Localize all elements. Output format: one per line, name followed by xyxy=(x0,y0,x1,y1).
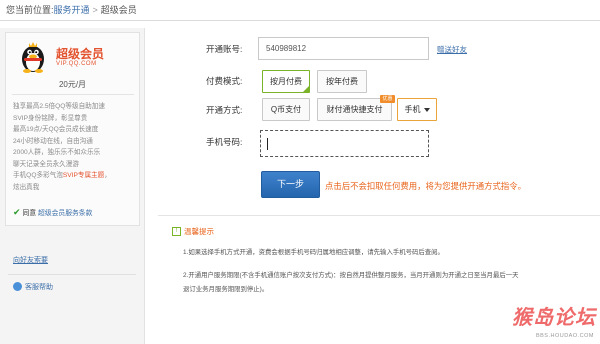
info-icon: ! xyxy=(172,226,181,236)
next-step-button[interactable]: 下一步 xyxy=(261,171,320,198)
text-cursor xyxy=(267,138,268,150)
phone-label: 手机号码: xyxy=(206,137,243,147)
feature-item: 独享最高2.5倍QQ等级自助加速 xyxy=(13,103,105,110)
customer-help-link[interactable]: 客服帮助 xyxy=(13,281,53,294)
feature-theme-suffix: ， xyxy=(104,172,111,179)
payment-mode-label: 付费模式: xyxy=(206,76,243,86)
option-mobile-label: 手机 xyxy=(404,105,421,114)
option-tenpay-label: 财付通快捷支付 xyxy=(326,105,383,114)
checkbox-checked-icon[interactable]: ✔ xyxy=(13,207,21,217)
breadcrumb-current: 超级会员 xyxy=(100,5,137,15)
breadcrumb-separator: > xyxy=(92,5,98,15)
feature-item: SVIP身份铭牌，彰显尊贵 xyxy=(13,114,88,122)
feature-item: 炫出真我 xyxy=(13,183,40,191)
account-field[interactable]: 540989812 xyxy=(258,37,429,60)
agree-prefix: 同意 xyxy=(22,210,37,217)
phone-number-input[interactable] xyxy=(260,130,429,157)
vip-price: 20元/月 xyxy=(58,80,87,89)
terms-link[interactable]: 超级会员服务条款 xyxy=(38,210,92,217)
vip-promo-panel: 超级会员 VIP.QQ.COM 20元/月 独享最高2.5倍QQ等级自助加速 S… xyxy=(5,32,140,226)
gift-friend-link[interactable]: 赠送好友 xyxy=(437,44,467,55)
selected-corner-icon xyxy=(303,86,309,92)
breadcrumb: 您当前位置:服务开通 > 超级会员 xyxy=(6,3,137,17)
content-divider xyxy=(158,215,600,216)
tip-line-3: 退订业务月服务期限到停止)。 xyxy=(183,286,269,293)
chevron-down-icon xyxy=(423,107,430,112)
feature-item: 2000人群，独乐乐不如众乐乐 xyxy=(13,149,101,156)
feature-item: 手机QQ多彩气泡SVIP专属主题， xyxy=(13,170,111,182)
vip-url: VIP.QQ.COM xyxy=(56,61,97,67)
feature-item: 聊天记录全员永久漫游 xyxy=(13,160,79,168)
vip-title: 超级会员 xyxy=(56,47,105,61)
tips-heading: ! 温馨提示 xyxy=(172,226,214,237)
watermark-url: BBS.HOUDAO.COM xyxy=(535,333,594,339)
sidebar: 超级会员 VIP.QQ.COM 20元/月 独享最高2.5倍QQ等级自助加速 S… xyxy=(0,28,145,344)
forum-watermark: 猴岛论坛 BBS.HOUDAO.COM xyxy=(500,301,596,341)
breadcrumb-link-service[interactable]: 服务开通 xyxy=(54,5,90,15)
next-hint-text: 点击后不会扣取任何费用，将为您提供开通方式指令。 xyxy=(325,181,526,191)
request-from-friend-link[interactable]: 向好友索要 xyxy=(13,255,48,265)
option-qcoin[interactable]: Q币支付 xyxy=(262,98,310,121)
agree-terms: ✔ 同意 超级会员服务条款 xyxy=(13,207,92,218)
feature-theme-highlight: SVIP专属主题 xyxy=(62,172,105,179)
option-mobile[interactable]: 手机 xyxy=(397,98,437,121)
help-icon xyxy=(13,281,22,291)
price-divider xyxy=(12,94,134,95)
option-monthly-label: 按月付费 xyxy=(270,77,302,86)
tips-title: 温馨提示 xyxy=(184,227,214,236)
qq-penguin-icon xyxy=(22,42,44,73)
payment-method-label: 开通方式: xyxy=(206,105,243,115)
option-yearly[interactable]: 按年付费 xyxy=(317,70,367,93)
tip-line-1: 1.如果选择手机方式开通，资费会根据手机号码归属地相应调整，请先输入手机号码后查… xyxy=(183,249,444,256)
discount-badge: 优惠 xyxy=(380,95,395,103)
tip-line-2: 2.开通用户服务期限(不含手机通信账户按次支付方式)：按自然月提供整月服务，当月… xyxy=(183,272,519,279)
option-monthly[interactable]: 按月付费 xyxy=(262,70,310,93)
option-yearly-label: 按年付费 xyxy=(326,77,358,86)
watermark-text: 猴岛论坛 xyxy=(512,307,596,329)
help-label: 客服帮助 xyxy=(25,284,53,291)
breadcrumb-prefix: 您当前位置: xyxy=(6,5,54,15)
top-divider xyxy=(0,20,600,21)
feature-item: 24小时移动在线，自由沟通 xyxy=(13,137,93,145)
account-label: 开通账号: xyxy=(206,44,243,54)
feature-theme-prefix: 手机QQ多彩气泡 xyxy=(13,172,63,179)
feature-item: 最高19点/天QQ会员成长速度 xyxy=(13,126,99,133)
option-qcoin-label: Q币支付 xyxy=(270,105,302,114)
vip-feature-list: 独享最高2.5倍QQ等级自助加速 SVIP身份铭牌，彰显尊贵 最高19点/天QQ… xyxy=(13,101,111,193)
sidebar-divider xyxy=(8,274,136,275)
